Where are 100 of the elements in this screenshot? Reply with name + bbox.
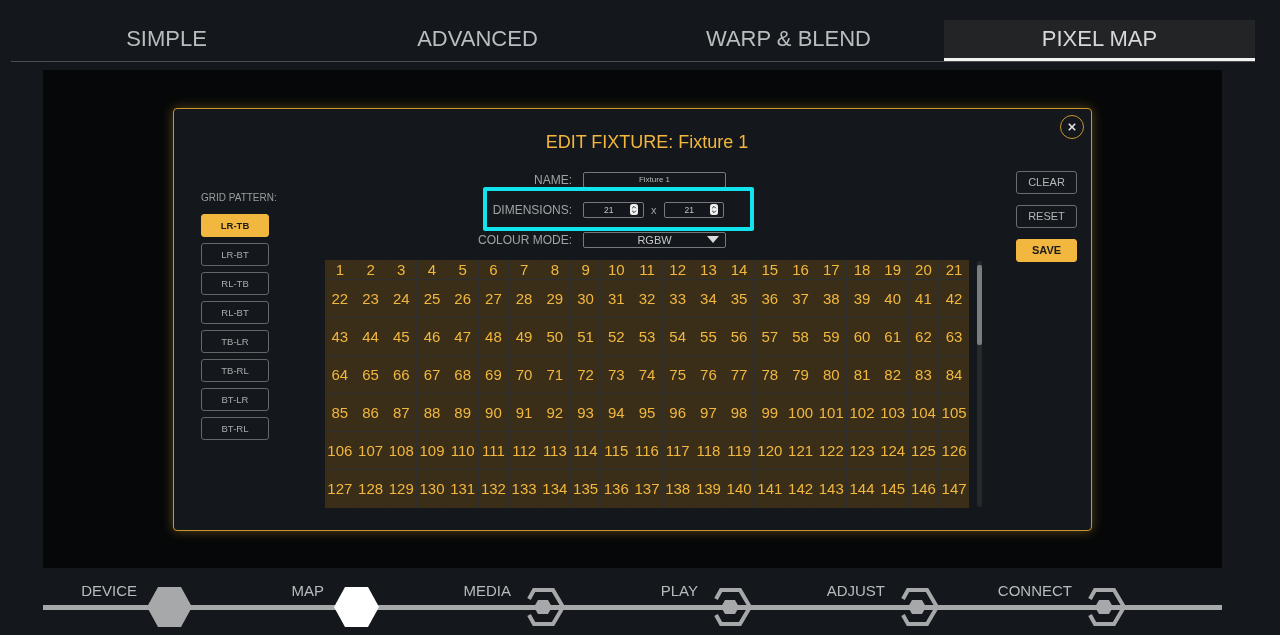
grid-cell: 108 [386, 432, 417, 470]
pattern-button[interactable]: RL-TB [201, 271, 269, 295]
grid-cell: 91 [509, 394, 539, 432]
grid-cell: 115 [601, 432, 632, 470]
tab[interactable]: SIMPLE [11, 20, 322, 61]
grid-cell: 73 [601, 355, 632, 393]
grid-cell: 32 [632, 279, 662, 317]
grid-cell: 119 [724, 432, 754, 470]
grid-cell: 101 [816, 394, 847, 432]
name-field[interactable]: Fixture 1 [583, 171, 726, 188]
pattern-button[interactable]: RL-BT [201, 300, 269, 324]
scrollbar-track[interactable] [977, 260, 982, 507]
grid-cell: 138 [662, 470, 693, 508]
grid-cell: 64 [325, 355, 355, 393]
step-label: MEDIA [463, 582, 511, 599]
tab[interactable]: ADVANCED [322, 20, 633, 61]
grid-cell: 12 [662, 259, 693, 279]
grid-cell: 55 [693, 317, 724, 355]
grid-cell: 37 [785, 279, 816, 317]
grid-cell: 54 [662, 317, 693, 355]
hexagon-icon[interactable] [147, 587, 192, 627]
grid-cell: 97 [693, 394, 724, 432]
grid-cell: 34 [693, 279, 724, 317]
grid-cell: 36 [755, 279, 785, 317]
pattern-button[interactable]: BT-LR [201, 387, 269, 411]
grid-cell: 106 [325, 432, 355, 470]
grid-cell: 14 [724, 259, 754, 279]
grid-cell: 82 [877, 355, 908, 393]
grid-cell: 117 [662, 432, 693, 470]
step-label: ADJUST [826, 582, 885, 599]
grid-cell: 95 [632, 394, 662, 432]
grid-cell: 132 [478, 470, 509, 508]
grid-cell: 111 [478, 432, 509, 470]
colour-mode-select[interactable]: RGBW [583, 231, 726, 248]
grid-cell: 123 [847, 432, 877, 470]
width-field[interactable]: 21 [583, 201, 644, 218]
grid-cell: 94 [601, 394, 632, 432]
close-icon [1068, 122, 1076, 131]
grid-cell: 40 [877, 279, 908, 317]
action-button[interactable]: CLEAR [1016, 170, 1077, 194]
grid-cell: 142 [785, 470, 816, 508]
grid-cell: 2 [355, 259, 386, 279]
grid-cell: 114 [570, 432, 601, 470]
grid-cell: 60 [847, 317, 877, 355]
grid-cell: 77 [724, 355, 754, 393]
grid-cell: 147 [939, 470, 969, 508]
grid-cell: 93 [570, 394, 601, 432]
grid-cell: 112 [509, 432, 539, 470]
grid-cell: 145 [877, 470, 908, 508]
grid-cell: 52 [601, 317, 632, 355]
grid-cell: 125 [908, 432, 939, 470]
grid-cell: 116 [632, 432, 662, 470]
grid-cell: 109 [417, 432, 447, 470]
tab[interactable]: PIXEL MAP [944, 20, 1255, 61]
grid-cell: 66 [386, 355, 417, 393]
grid-cell: 121 [785, 432, 816, 470]
grid-cell: 48 [478, 317, 509, 355]
grid-cell: 129 [386, 470, 417, 508]
grid-cell: 58 [785, 317, 816, 355]
grid-cell: 134 [540, 470, 570, 508]
grid-cell: 56 [724, 317, 754, 355]
grid-cell: 92 [540, 394, 570, 432]
grid-pattern-label: GRID PATTERN: [201, 191, 278, 204]
grid-cell: 41 [908, 279, 939, 317]
hexagon-icon[interactable] [334, 587, 379, 627]
field-label: NAME: [533, 172, 572, 187]
grid-cell: 122 [816, 432, 847, 470]
grid-cell: 62 [908, 317, 939, 355]
grid-cell: 15 [755, 259, 785, 279]
action-button[interactable]: RESET [1016, 204, 1077, 228]
dimension-separator: x [651, 203, 657, 216]
action-button[interactable]: SAVE [1016, 238, 1077, 262]
dialog-title: EDIT FIXTURE: Fixture 1 [544, 130, 750, 153]
grid-cell: 45 [386, 317, 417, 355]
grid-cell: 100 [785, 394, 816, 432]
grid-cell: 135 [570, 470, 601, 508]
grid-cell: 46 [417, 317, 447, 355]
grid-cell: 67 [417, 355, 447, 393]
grid-cell: 124 [877, 432, 908, 470]
pattern-button[interactable]: LR-TB [201, 213, 269, 237]
grid-cell: 50 [540, 317, 570, 355]
pattern-button[interactable]: TB-RL [201, 358, 269, 382]
grid-cell: 79 [785, 355, 816, 393]
field-label: DIMENSIONS: [491, 202, 572, 217]
tab[interactable]: WARP & BLEND [633, 20, 944, 61]
step-label: MAP [291, 582, 324, 599]
grid-cell: 51 [570, 317, 601, 355]
grid-cell: 59 [816, 317, 847, 355]
step-label: CONNECT [997, 582, 1072, 599]
spinner-icon[interactable] [709, 204, 718, 215]
pattern-button[interactable]: LR-BT [201, 242, 269, 266]
grid-cell: 137 [632, 470, 662, 508]
pattern-button[interactable]: BT-RL [201, 416, 269, 440]
pattern-button[interactable]: TB-LR [201, 329, 269, 353]
grid-cell: 7 [509, 259, 539, 279]
grid-cell: 28 [509, 279, 539, 317]
grid-cell: 139 [693, 470, 724, 508]
scrollbar-thumb[interactable] [977, 264, 982, 345]
spinner-icon[interactable] [630, 204, 638, 215]
height-field[interactable]: 21 [663, 201, 724, 218]
